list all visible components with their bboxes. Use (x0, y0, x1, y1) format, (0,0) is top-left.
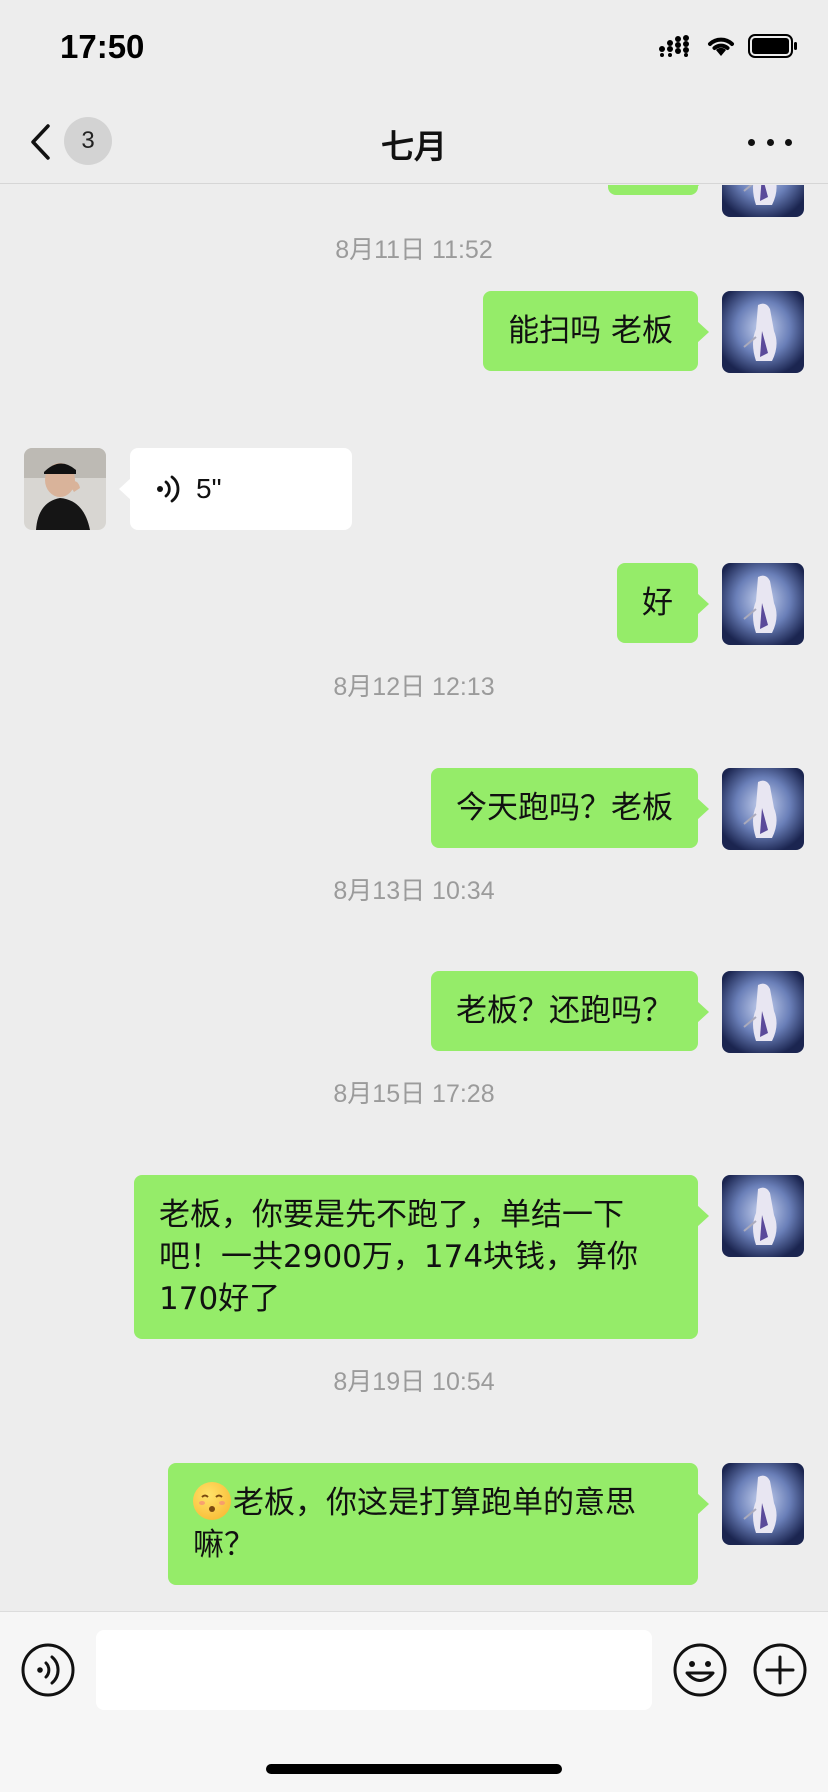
my-avatar[interactable] (722, 1463, 804, 1545)
my-avatar[interactable] (722, 768, 804, 850)
emoji-button[interactable] (672, 1642, 728, 1698)
my-avatar[interactable] (722, 185, 804, 217)
emoji-icon (673, 1643, 727, 1697)
chat-screen: 17:50 3 七月 8月11日 11:52 能扫吗 老板 5" 好 8月12日… (0, 0, 828, 1792)
status-icons (658, 34, 798, 58)
message-bubble-partial[interactable] (608, 185, 709, 195)
chat-title: 七月 (381, 127, 447, 166)
timestamp: 8月12日 12:13 (333, 673, 495, 701)
signal-icon (659, 35, 689, 57)
my-avatar[interactable] (722, 291, 804, 373)
my-avatar[interactable] (722, 971, 804, 1053)
message-bubble[interactable]: 能扫吗 老板 (483, 291, 709, 371)
timestamp: 8月13日 10:34 (333, 877, 495, 905)
message-bubble[interactable]: 好 (617, 563, 709, 643)
timestamp: 8月19日 10:54 (333, 1368, 495, 1396)
message-line: 吧！一共2900万，174块钱，算你 (159, 1239, 639, 1275)
home-indicator[interactable] (266, 1764, 562, 1774)
message-bubble[interactable]: 老板？还跑吗？ (431, 971, 709, 1051)
voice-playback-icon (157, 475, 180, 503)
status-bar: 17:50 (0, 0, 828, 100)
message-input[interactable] (96, 1630, 652, 1710)
status-time: 17:50 (60, 28, 145, 65)
timestamp: 8月15日 17:28 (333, 1080, 495, 1108)
contact-avatar[interactable] (24, 448, 106, 530)
message-bubble[interactable]: 老板，你要是先不跑了，单结一下 吧！一共2900万，174块钱，算你 170好了 (134, 1175, 709, 1339)
message-list[interactable]: 8月11日 11:52 能扫吗 老板 5" 好 8月12日 12:13 今天跑吗… (0, 185, 828, 1610)
message-bubble[interactable]: 老板，你这是打算跑单的意思 嘛？ (168, 1463, 709, 1585)
message-line: 170好了 (159, 1281, 281, 1317)
plus-icon (753, 1643, 807, 1697)
message-line: 老板，你要是先不跑了，单结一下 (159, 1197, 624, 1233)
smirk-emoji-icon (193, 1482, 231, 1520)
battery-icon (748, 34, 797, 58)
my-avatar[interactable] (722, 1175, 804, 1257)
wifi-icon (708, 37, 734, 56)
more-icon (748, 138, 755, 146)
nav-bar: 3 七月 (0, 100, 828, 184)
voice-message-bubble[interactable]: 5" (119, 448, 352, 530)
message-line: 嘛？ (193, 1527, 255, 1563)
voice-input-button[interactable] (20, 1642, 76, 1698)
more-button[interactable] (748, 128, 792, 156)
more-functions-button[interactable] (752, 1642, 808, 1698)
message-bubble[interactable]: 今天跑吗？老板 (431, 768, 709, 848)
voice-duration: 5" (196, 473, 222, 504)
voice-icon (21, 1643, 75, 1697)
message-line: 老板，你这是打算跑单的意思 (233, 1485, 636, 1521)
timestamp: 8月11日 11:52 (335, 236, 493, 264)
my-avatar[interactable] (722, 563, 804, 645)
